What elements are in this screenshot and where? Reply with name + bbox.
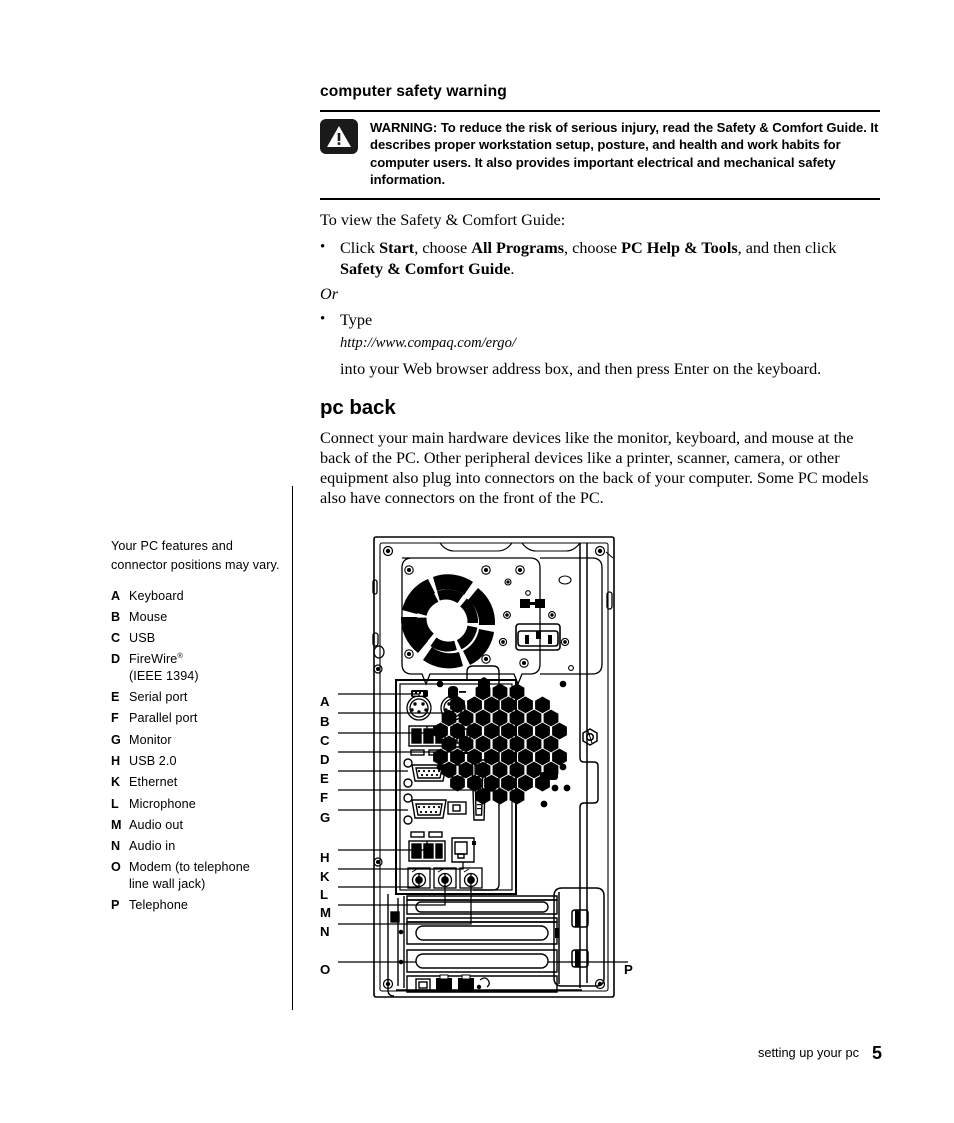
legend-label-audio-in: Audio in	[129, 839, 176, 854]
compaq-ergo-url[interactable]: http://www.compaq.com/ergo/	[340, 334, 880, 353]
list-item: A Keyboard	[111, 588, 283, 604]
legend-label-parallel-port: Parallel port	[129, 711, 198, 726]
legend-letter-c: C	[111, 631, 121, 646]
list-item: H USB 2.0	[111, 753, 283, 769]
warning-triangle-icon	[320, 119, 358, 154]
legend-label-modem: Modem (to telephone line wall jack)	[129, 859, 283, 891]
page-number: 5	[871, 1043, 882, 1063]
bullet-item-start-menu: • Click Start, choose All Programs, choo…	[320, 238, 880, 280]
bullet-marker: •	[320, 239, 326, 255]
legend-letter-n: N	[111, 839, 121, 854]
list-item: E Serial port	[111, 689, 283, 705]
legend-label-mouse: Mouse	[129, 609, 168, 624]
bullet-item-type-url: • Type http://www.compaq.com/ergo/ into …	[320, 310, 880, 380]
sidebar-legend-column: Your PC features and connector positions…	[111, 537, 283, 918]
safety-guide-steps: • Click Start, choose All Programs, choo…	[320, 238, 880, 380]
footer-chapter-label: setting up your pc	[757, 1045, 859, 1060]
legend-label-modem-line1: Modem (to telephone	[129, 860, 250, 875]
sidebar-note: Your PC features and connector positions…	[111, 539, 280, 573]
legend-label-firewire: FireWire® (IEEE 1394)	[129, 651, 283, 683]
legend-label-usb-2-0: USB 2.0	[129, 753, 177, 768]
legend-letter-f: F	[111, 711, 119, 726]
pc-back-paragraph: Connect your main hardware devices like …	[320, 429, 869, 508]
safety-guide-intro: To view the Safety & Comfort Guide:	[320, 211, 566, 229]
bullet1-bold-safety-comfort-guide: Safety & Comfort Guide	[340, 260, 511, 279]
warning-rule-bottom	[320, 198, 880, 200]
or-separator-label: Or	[320, 285, 338, 304]
section-heading-pc-back: pc back	[320, 396, 396, 419]
list-item: B Mouse	[111, 609, 283, 625]
legend-letter-d: D	[111, 652, 121, 667]
list-item: O Modem (to telephone line wall jack)	[111, 859, 283, 891]
bullet1-part1: Click	[340, 239, 380, 257]
legend-label-modem-line2: line wall jack)	[129, 876, 206, 891]
list-item: G Monitor	[111, 732, 283, 748]
bullet1-part4: , and then click	[737, 239, 837, 257]
bullet1-bold-start: Start	[379, 239, 415, 257]
warning-text: WARNING: To reduce the risk of serious i…	[370, 120, 879, 188]
legend-letter-h: H	[111, 753, 121, 768]
warning-callout: WARNING: To reduce the risk of serious i…	[320, 119, 880, 189]
list-item: D FireWire® (IEEE 1394)	[111, 651, 283, 683]
bullet-text: Click Start, choose All Programs, choose…	[340, 238, 880, 280]
column-divider	[292, 486, 293, 1010]
bullet1-part2: , choose	[414, 239, 472, 257]
bullet-marker: •	[320, 311, 326, 328]
list-item: M Audio out	[111, 817, 283, 833]
registered-trademark-icon: ®	[177, 651, 184, 661]
section-heading-computer-safety-warning: computer safety warning	[320, 83, 507, 100]
legend-label-monitor: Monitor	[129, 732, 172, 747]
legend-letter-e: E	[111, 690, 120, 705]
bullet2-after-text: into your Web browser address box, and t…	[340, 360, 822, 379]
legend-letter-b: B	[111, 609, 121, 624]
pc-back-panel-illustration: A B C D E F G H K L M N O P	[312, 532, 652, 1002]
legend-label-telephone: Telephone	[129, 897, 189, 912]
page-footer: setting up your pc 5	[0, 1041, 882, 1063]
list-item: K Ethernet	[111, 774, 283, 790]
legend-letter-p: P	[111, 897, 120, 912]
connector-legend-list: A Keyboard B Mouse C USB D FireWire® (IEE…	[111, 588, 283, 913]
legend-label-usb: USB	[129, 631, 156, 646]
manual-page: computer safety warning WARNING: To redu…	[0, 0, 954, 1123]
legend-label-audio-out: Audio out	[129, 817, 184, 832]
legend-letter-k: K	[111, 775, 121, 790]
legend-letter-o: O	[111, 860, 121, 875]
legend-label-microphone: Microphone	[129, 796, 196, 811]
legend-letter-m: M	[111, 817, 122, 832]
bullet1-part5: .	[510, 260, 515, 279]
legend-letter-a: A	[111, 588, 121, 603]
list-item: N Audio in	[111, 838, 283, 854]
bullet1-bold-pc-help-tools: PC Help & Tools	[621, 239, 738, 257]
bullet1-part3: , choose	[564, 239, 622, 257]
legend-label-ethernet: Ethernet	[129, 775, 178, 790]
legend-letter-g: G	[111, 732, 121, 747]
list-item: L Microphone	[111, 796, 283, 812]
legend-letter-l: L	[111, 796, 119, 811]
list-item: F Parallel port	[111, 710, 283, 726]
legend-label-firewire-text: FireWire	[129, 652, 178, 667]
bullet2-type-label: Type	[340, 311, 373, 330]
list-item: C USB	[111, 630, 283, 646]
list-item: P Telephone	[111, 897, 283, 913]
warning-rule-top	[320, 110, 880, 112]
legend-label-ieee1394: (IEEE 1394)	[129, 668, 199, 683]
bullet1-bold-all-programs: All Programs	[471, 239, 565, 257]
legend-label-serial-port: Serial port	[129, 690, 188, 705]
legend-label-keyboard: Keyboard	[129, 588, 184, 603]
